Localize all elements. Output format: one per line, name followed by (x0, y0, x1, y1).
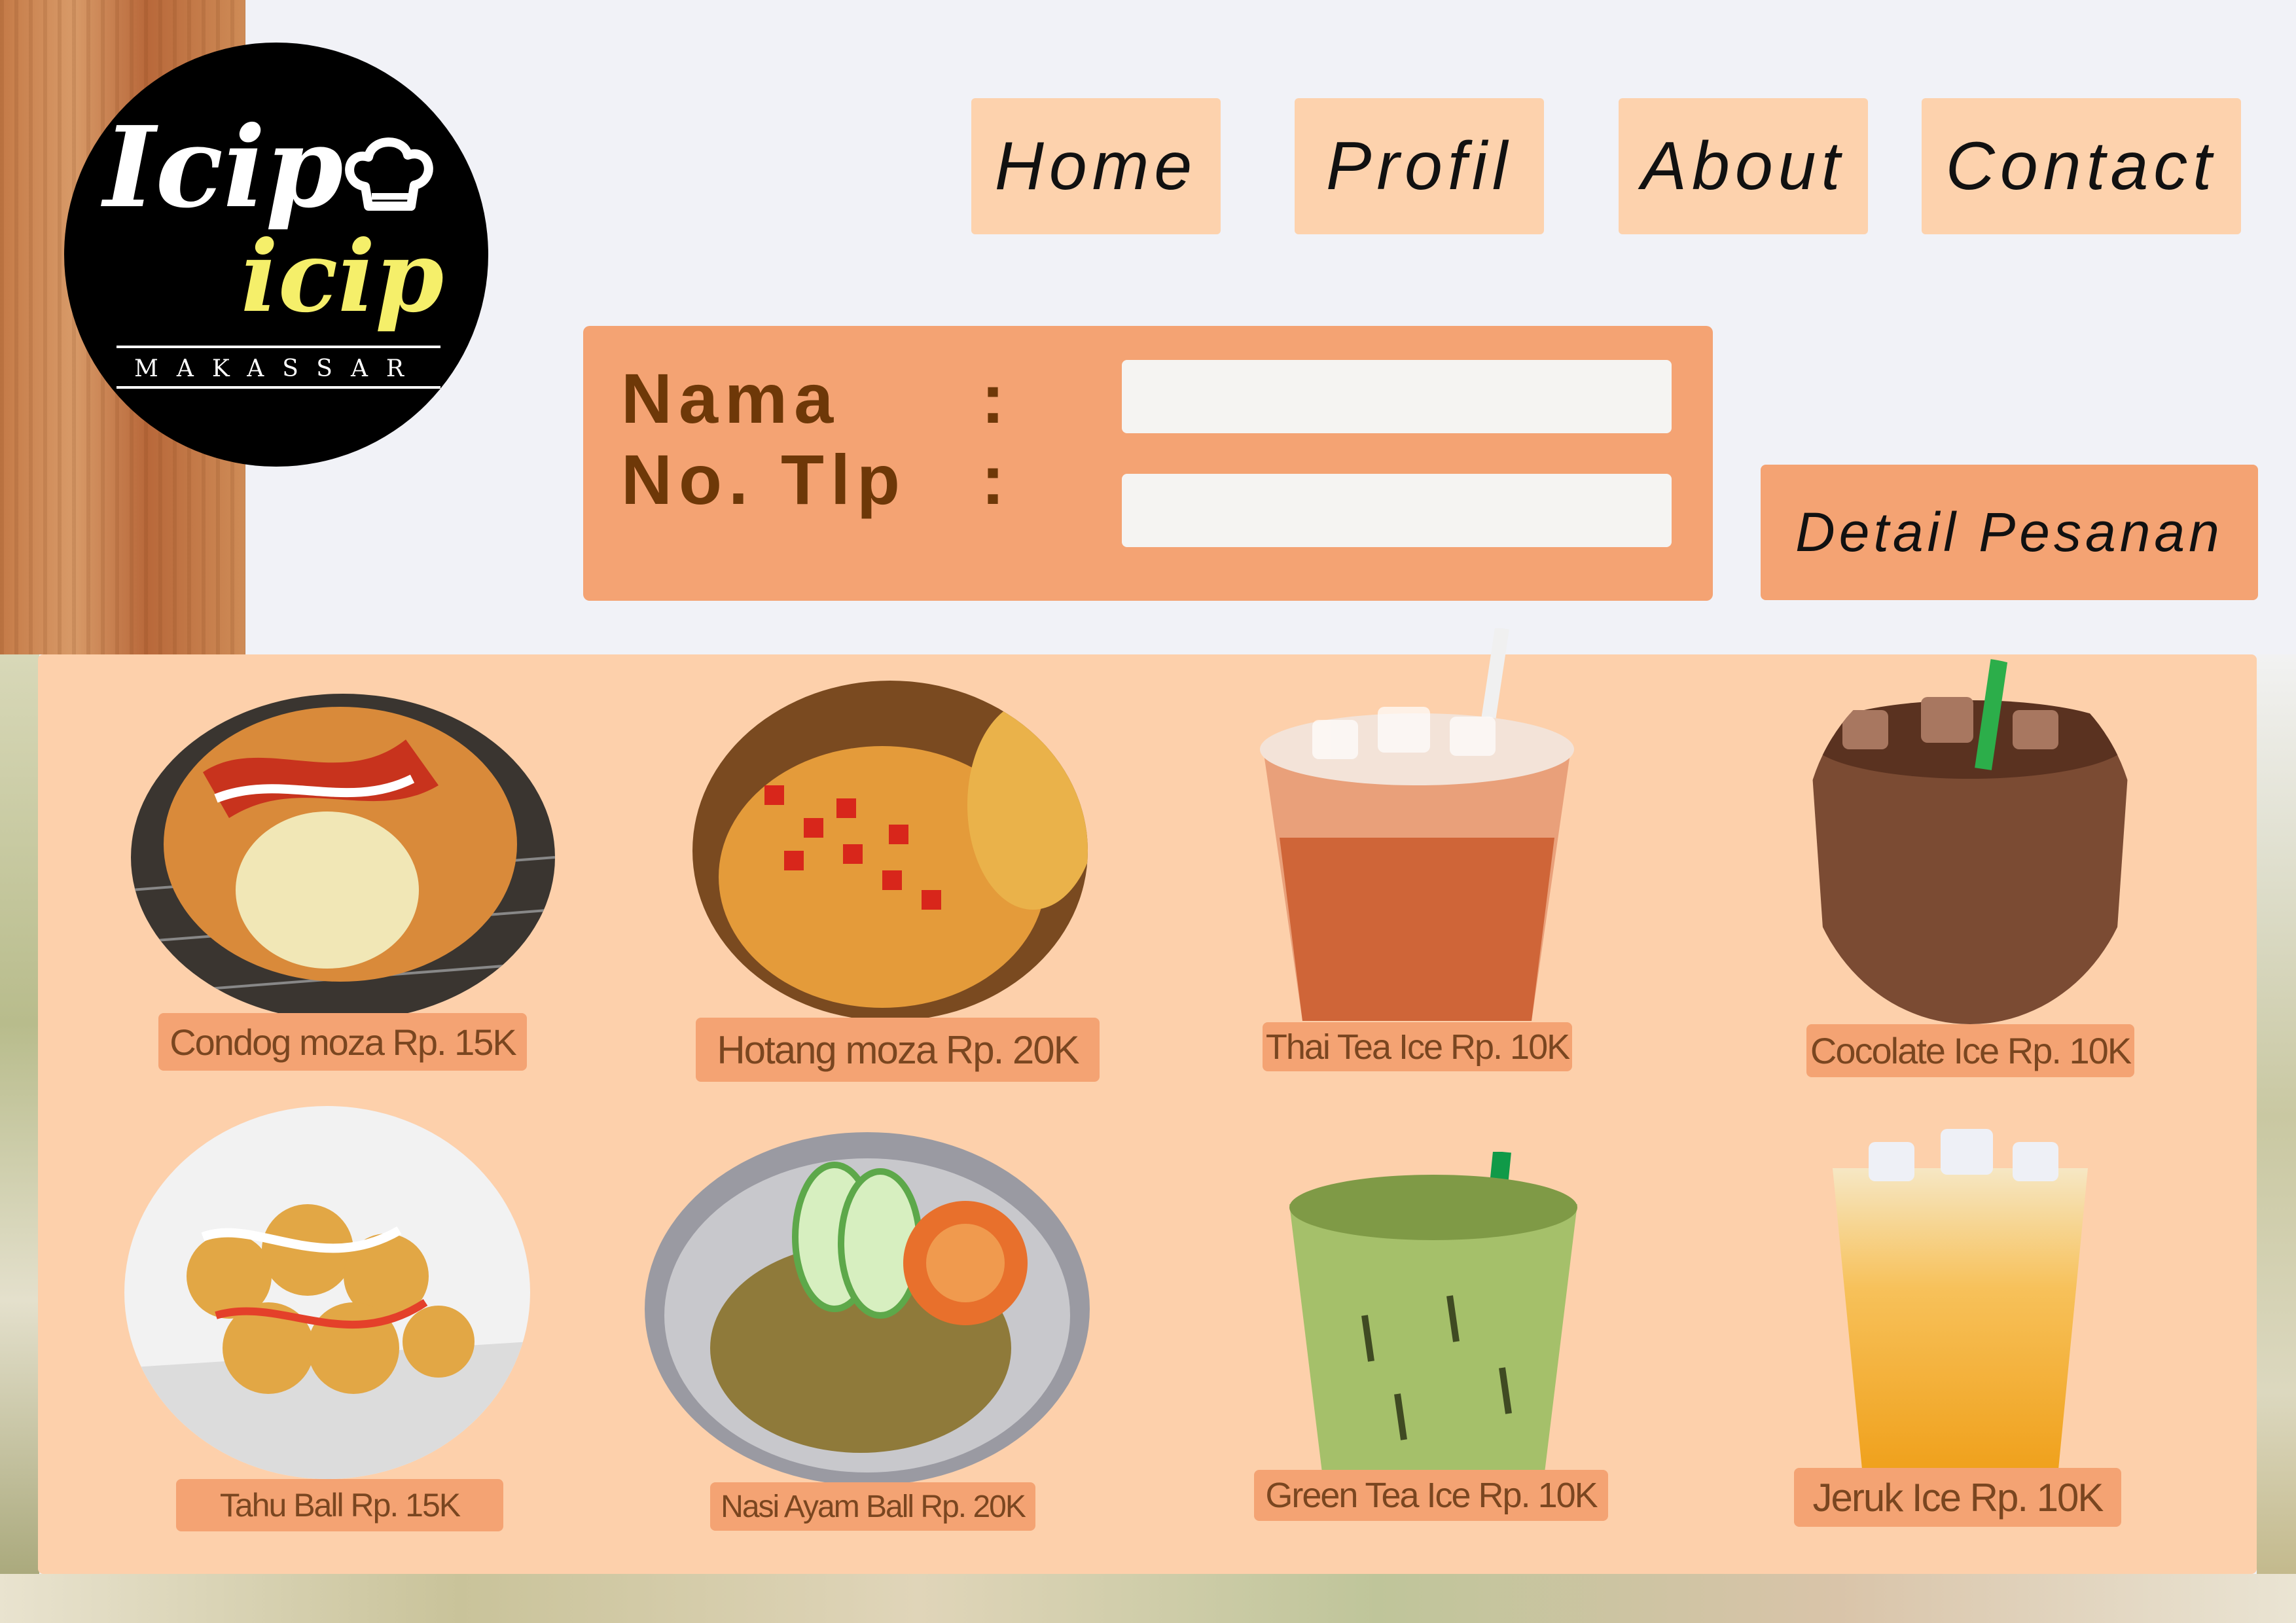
nasi-ayam-ball-image[interactable] (645, 1132, 1090, 1486)
thai-tea-image[interactable] (1253, 628, 1581, 1021)
condog-moza-label: Condog moza Rp. 15K (158, 1013, 527, 1071)
customer-form: Nama : No. Tlp : (583, 326, 1713, 601)
jeruk-ice-label: Jeruk Ice Rp. 10K (1794, 1468, 2121, 1527)
logo-city: MAKASSAR (134, 355, 422, 382)
jeruk-ice-image[interactable] (1829, 1129, 2091, 1469)
phone-colon: : (981, 440, 1005, 519)
nav-about-button[interactable]: About (1619, 98, 1868, 234)
green-tea-ice-image[interactable] (1286, 1152, 1581, 1472)
logo-line-2: icip (241, 219, 444, 334)
tahu-ball-label: Tahu Ball Rp. 15K (176, 1479, 503, 1531)
nav-home-button[interactable]: Home (971, 98, 1221, 234)
name-colon: : (981, 359, 1005, 438)
chocolate-ice-label: Cocolate Ice Rp. 10K (1806, 1024, 2134, 1077)
chef-hat-icon (345, 137, 433, 211)
phone-label: No. Tlp (621, 440, 906, 519)
leaf-background-right (2257, 654, 2296, 1577)
green-tea-ice-label: Green Tea Ice Rp. 10K (1254, 1470, 1608, 1521)
nav-contact-button[interactable]: Contact (1922, 98, 2241, 234)
leaf-background-bottom (0, 1574, 2296, 1623)
nav-profil-button[interactable]: Profil (1295, 98, 1544, 234)
thai-tea-label: Thai Tea Ice Rp. 10K (1263, 1022, 1572, 1071)
name-label: Nama (621, 359, 840, 438)
hotang-moza-label: Hotang moza Rp. 20K (696, 1018, 1100, 1082)
name-input[interactable] (1122, 360, 1672, 433)
chocolate-ice-image[interactable] (1803, 658, 2137, 1024)
logo-line-1: Icip (101, 102, 343, 233)
hotang-moza-image[interactable] (692, 681, 1088, 1021)
brand-logo: Icip icip MAKASSAR (64, 43, 488, 467)
tahu-ball-image[interactable] (124, 1106, 530, 1479)
leaf-background-left (0, 654, 39, 1577)
nasi-ayam-ball-label: Nasi Ayam Ball Rp. 20K (710, 1482, 1035, 1531)
phone-input[interactable] (1122, 474, 1672, 547)
detail-pesanan-button[interactable]: Detail Pesanan (1761, 465, 2258, 600)
condog-moza-image[interactable] (131, 694, 555, 1021)
